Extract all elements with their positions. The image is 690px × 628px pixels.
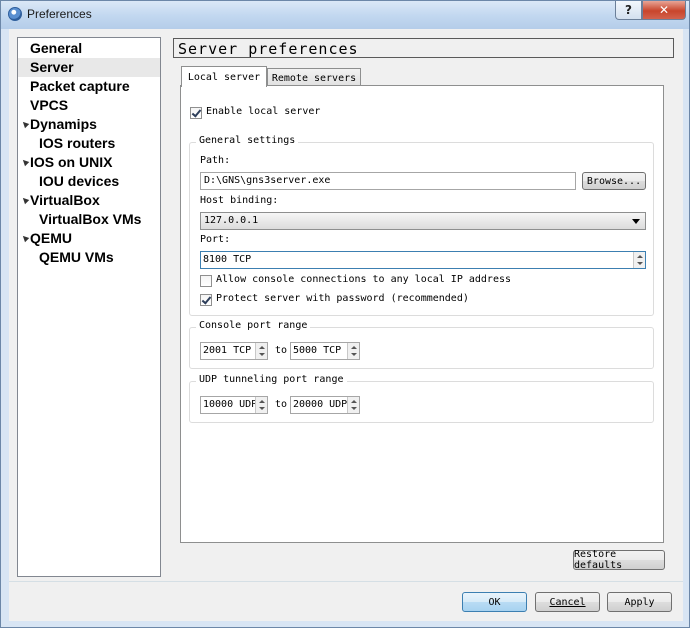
browse-button[interactable]: Browse... (582, 172, 646, 190)
arrow-down-icon (351, 353, 357, 356)
console-port-to-value: 5000 TCP (293, 345, 342, 356)
title-bar: Preferences ? ✕ (1, 1, 689, 29)
protect-password-label: Protect server with password (recommende… (216, 293, 469, 304)
arrow-down-icon (259, 353, 265, 356)
console-port-to-stepper[interactable] (347, 343, 359, 359)
footer-divider (9, 581, 683, 582)
port-label: Port: (200, 234, 231, 245)
apply-button[interactable]: Apply (607, 592, 672, 612)
sidebar-item-virtualbox[interactable]: VirtualBox (18, 191, 160, 210)
group-title: UDP tunneling port range (196, 374, 347, 385)
path-input[interactable]: D:\GNS\gns3server.exe (200, 172, 576, 190)
sidebar-item-vpcs[interactable]: VPCS (18, 96, 160, 115)
enable-local-server-label: Enable local server (206, 106, 321, 117)
sidebar-item-label: Packet capture (30, 78, 130, 94)
panel-header: Server preferences (173, 38, 674, 58)
arrow-up-icon (637, 255, 643, 258)
sidebar-item-server[interactable]: Server (18, 58, 160, 77)
allow-console-label: Allow console connections to any local I… (216, 274, 512, 285)
apply-button-label: Apply (624, 596, 655, 608)
arrow-up-icon (351, 400, 357, 403)
sidebar-item-qemu[interactable]: QEMU (18, 229, 160, 248)
sidebar-item-ios-routers[interactable]: IOS routers (18, 134, 160, 153)
allow-console-checkbox[interactable] (200, 275, 212, 287)
sidebar-item-dynamips[interactable]: Dynamips (18, 115, 160, 134)
tab-local-server[interactable]: Local server (181, 66, 267, 87)
window-title: Preferences (27, 7, 92, 21)
udp-port-from-stepper[interactable] (255, 397, 267, 413)
host-binding-label: Host binding: (200, 195, 279, 206)
browse-button-label: Browse... (586, 175, 642, 187)
sidebar-item-label: IOS on UNIX (30, 154, 113, 170)
host-binding-value: 127.0.0.1 (204, 215, 259, 226)
sidebar-item-label: IOS routers (39, 135, 116, 151)
arrow-up-icon (259, 346, 265, 349)
arrow-up-icon (351, 346, 357, 349)
help-button[interactable]: ? (615, 1, 642, 20)
udp-port-to-stepper[interactable] (347, 397, 359, 413)
restore-defaults-button[interactable]: Restore defaults (573, 549, 665, 571)
chevron-down-icon (632, 219, 640, 224)
cancel-button-label: Cancel (549, 596, 586, 608)
panel-title: Server preferences (178, 40, 359, 58)
console-port-from-stepper[interactable] (255, 343, 267, 359)
port-value: 8100 TCP (203, 254, 252, 265)
expand-arrow-icon[interactable] (20, 233, 30, 243)
protect-password-checkbox[interactable] (200, 294, 212, 306)
preferences-sidebar: General Server Packet capture VPCS Dynam… (17, 37, 161, 577)
sidebar-item-qemu-vms[interactable]: QEMU VMs (18, 248, 160, 267)
close-button[interactable]: ✕ (642, 1, 686, 20)
port-input[interactable]: 8100 TCP (200, 251, 646, 269)
sidebar-item-label: VPCS (30, 97, 69, 113)
console-port-from-value: 2001 TCP (203, 345, 252, 356)
dialog-client: General Server Packet capture VPCS Dynam… (9, 29, 683, 621)
console-to-label: to (275, 345, 288, 356)
console-port-from-input[interactable]: 2001 TCP (200, 342, 268, 360)
host-binding-select[interactable]: 127.0.0.1 (200, 212, 646, 230)
sidebar-item-virtualbox-vms[interactable]: VirtualBox VMs (18, 210, 160, 229)
udp-port-to-value: 20000 UDP (293, 399, 348, 410)
restore-defaults-label: Restore defaults (574, 549, 623, 571)
sidebar-item-label: VirtualBox VMs (39, 211, 142, 227)
arrow-down-icon (637, 262, 643, 265)
group-title: Console port range (196, 320, 311, 331)
enable-local-server-checkbox[interactable] (190, 107, 202, 119)
preferences-window: Preferences ? ✕ General Server Packet ca… (0, 0, 690, 628)
group-title: General settings (196, 135, 299, 146)
sidebar-item-label: IOU devices (39, 173, 120, 189)
udp-port-range-group: UDP tunneling port range 10000 UDP to 20… (189, 374, 654, 423)
sidebar-item-packet-capture[interactable]: Packet capture (18, 77, 160, 96)
app-icon (8, 7, 22, 21)
udp-port-from-value: 10000 UDP (203, 399, 258, 410)
sidebar-item-label: VirtualBox (30, 192, 100, 208)
sidebar-item-iou-devices[interactable]: IOU devices (18, 172, 160, 191)
local-server-pane: Enable local server General settings Pat… (180, 85, 664, 543)
expand-arrow-icon[interactable] (20, 195, 30, 205)
udp-to-label: to (275, 399, 288, 410)
ok-button-label: OK (488, 596, 501, 608)
sidebar-item-label: General (30, 40, 83, 56)
console-port-to-input[interactable]: 5000 TCP (290, 342, 360, 360)
udp-port-from-input[interactable]: 10000 UDP (200, 396, 268, 414)
udp-port-to-input[interactable]: 20000 UDP (290, 396, 360, 414)
arrow-up-icon (259, 400, 265, 403)
expand-arrow-icon[interactable] (20, 119, 30, 129)
arrow-down-icon (259, 407, 265, 410)
port-stepper[interactable] (633, 252, 645, 268)
ok-button[interactable]: OK (462, 592, 527, 612)
sidebar-item-general[interactable]: General (18, 39, 160, 58)
console-port-range-group: Console port range 2001 TCP to 5000 TCP (189, 320, 654, 369)
sidebar-item-ios-on-unix[interactable]: IOS on UNIX (18, 153, 160, 172)
sidebar-item-label: QEMU VMs (39, 249, 114, 265)
sidebar-item-label: Dynamips (30, 116, 97, 132)
cancel-button[interactable]: Cancel (535, 592, 600, 612)
expand-arrow-icon[interactable] (20, 157, 30, 167)
arrow-down-icon (351, 407, 357, 410)
sidebar-item-label: QEMU (30, 230, 72, 246)
path-label: Path: (200, 155, 231, 166)
general-settings-group: General settings Path: D:\GNS\gns3server… (189, 135, 654, 316)
sidebar-item-label: Server (30, 59, 74, 75)
